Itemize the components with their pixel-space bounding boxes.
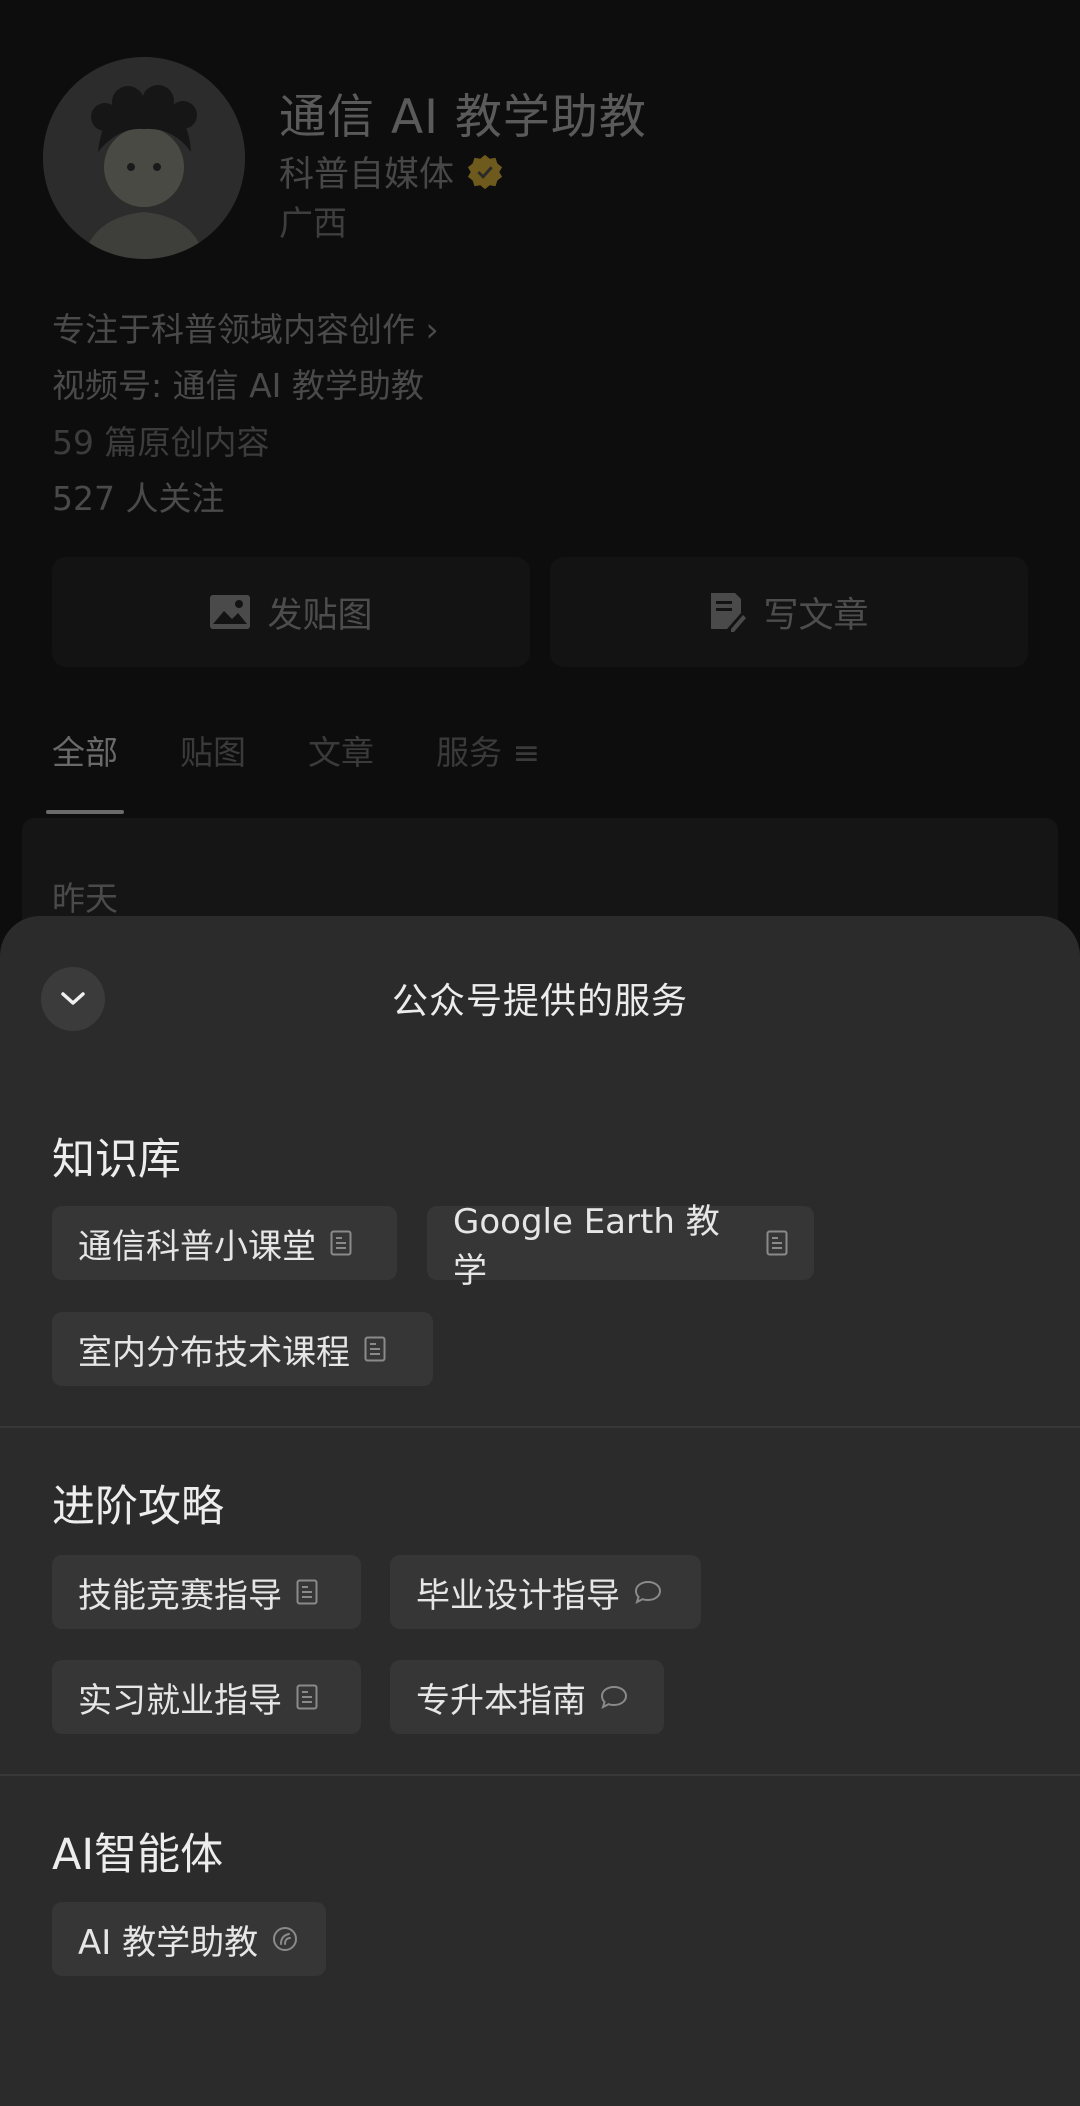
service-item-label: 室内分布技术课程 — [78, 1332, 350, 1373]
section-title-advanced-guides: 进阶攻略 — [52, 1482, 224, 1532]
service-item-label: 通信科普小课堂 — [78, 1226, 316, 1267]
service-item[interactable]: Google Earth 教学 — [427, 1202, 814, 1291]
service-item-label: 实习就业指导 — [78, 1680, 282, 1721]
account-type-label: 科普自媒体 — [279, 155, 455, 195]
document-icon — [296, 1684, 318, 1710]
service-item[interactable]: 技能竞赛指导 — [52, 1555, 361, 1629]
tab-services[interactable]: 服务 ≡ — [436, 726, 540, 774]
section-title-knowledge-base: 知识库 — [52, 1135, 181, 1185]
channel-link[interactable]: 视频号: 通信 AI 教学助教 — [52, 359, 424, 407]
service-item-label: 技能竞赛指导 — [78, 1575, 282, 1616]
avatar[interactable] — [43, 57, 245, 259]
profile-page: 通信 AI 教学助教 科普自媒体 广西 专注于科普领域内容创作 › 视频号: 通… — [0, 0, 1080, 1018]
feed-date: 昨天 — [52, 879, 118, 918]
document-icon — [766, 1230, 788, 1256]
service-item[interactable]: 通信科普小课堂 — [52, 1206, 397, 1280]
document-icon — [330, 1230, 352, 1256]
section-divider — [0, 1774, 1080, 1776]
post-image-button[interactable]: 发贴图 — [52, 557, 530, 667]
account-description[interactable]: 专注于科普领域内容创作 › — [52, 303, 439, 351]
service-item-label: AI 教学助教 — [78, 1922, 259, 1963]
service-item[interactable]: 专升本指南 — [390, 1660, 664, 1734]
account-name: 通信 AI 教学助教 — [279, 90, 647, 145]
service-item[interactable]: AI 教学助教 — [52, 1902, 326, 1976]
tab-articles[interactable]: 文章 — [308, 726, 374, 774]
service-item-label: 专升本指南 — [416, 1680, 586, 1721]
image-icon — [210, 595, 251, 629]
write-article-button[interactable]: 写文章 — [550, 557, 1028, 667]
service-item-label: Google Earth 教学 — [453, 1202, 720, 1291]
write-article-label: 写文章 — [763, 595, 869, 636]
account-region: 广西 — [279, 204, 347, 244]
document-icon — [296, 1579, 318, 1605]
edit-document-icon — [711, 593, 747, 632]
post-image-label: 发贴图 — [267, 595, 373, 636]
original-count[interactable]: 59 篇原创内容 — [52, 416, 269, 464]
content-tabs: 全部 贴图 文章 服务 ≡ — [46, 726, 540, 814]
chat-bubble-icon — [634, 1580, 662, 1604]
service-item[interactable]: 室内分布技术课程 — [52, 1312, 433, 1386]
service-item-label: 毕业设计指导 — [416, 1575, 620, 1616]
service-item[interactable]: 实习就业指导 — [52, 1660, 361, 1734]
verified-badge-icon[interactable] — [466, 153, 504, 191]
service-item[interactable]: 毕业设计指导 — [390, 1555, 701, 1629]
ai-agent-icon — [273, 1927, 298, 1951]
document-icon — [364, 1336, 386, 1362]
section-title-ai-agents: AI智能体 — [52, 1830, 224, 1880]
sheet-title: 公众号提供的服务 — [391, 981, 688, 1022]
tab-images[interactable]: 贴图 — [180, 726, 246, 774]
chat-bubble-icon — [600, 1685, 628, 1709]
account-type: 科普自媒体 — [279, 146, 504, 197]
services-sheet: 公众号提供的服务 知识库 通信科普小课堂 Google Earth 教学 室内分… — [0, 916, 1080, 2106]
follower-count: 527 人关注 — [52, 479, 225, 518]
tab-all[interactable]: 全部 — [46, 726, 124, 814]
section-divider — [0, 1426, 1080, 1428]
